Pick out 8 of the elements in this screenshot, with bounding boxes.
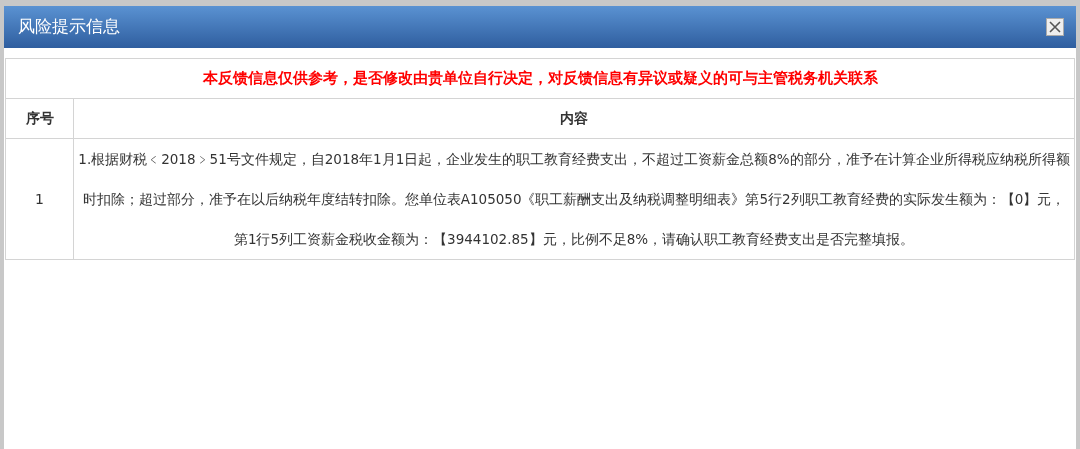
notice-text: 本反馈信息仅供参考，是否修改由贵单位自行决定，对反馈信息有异议或疑义的可与主管税务机关联系: [5, 58, 1075, 99]
table-cell: 1: [5, 138, 74, 260]
window-title: 风险提示信息: [18, 15, 120, 39]
close-button[interactable]: [1046, 18, 1064, 36]
close-icon: [1049, 21, 1061, 33]
column-header: 序号: [5, 98, 74, 139]
table-cell: 1.根据财税﹤2018﹥51号文件规定，自2018年1月1日起，企业发生的职工教育经费支出，不超过工资薪金总额8%的部分，准予在计算企业所得税应纳税所得额时扣除；超过部分，准予在以后纳税年度结转扣除。您单位表A105050《职工薪酬支出及纳税调整明细表》第5行2列职工教育经费的实际发生额为：【0】元，第1行5列工资薪金税收金额为：【3944102.85】元，比例不足8%，请确认职工教育经费支出是否完整填报。: [73, 138, 1075, 260]
column-header: 内容: [73, 98, 1075, 139]
